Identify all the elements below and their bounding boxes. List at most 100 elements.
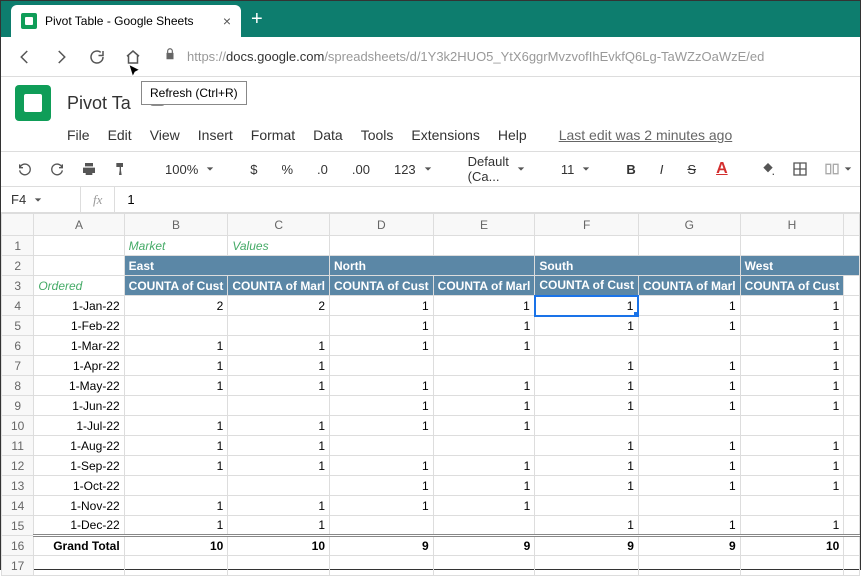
cell[interactable]: West (740, 256, 859, 276)
italic-button[interactable]: I (650, 158, 674, 181)
cell[interactable]: 10 (740, 536, 844, 556)
cell[interactable]: 1 (433, 496, 535, 516)
cell[interactable]: 1 (638, 476, 740, 496)
cell[interactable]: 1 (740, 356, 844, 376)
cell[interactable] (330, 556, 434, 576)
cell[interactable]: COUNTA of Marl (433, 276, 535, 296)
cell[interactable] (433, 236, 535, 256)
row-header-4[interactable]: 4 (2, 296, 34, 316)
menu-help[interactable]: Help (498, 127, 527, 143)
cell[interactable] (638, 496, 740, 516)
cell[interactable] (124, 396, 228, 416)
text-color-button[interactable]: A (710, 156, 734, 182)
sheets-logo-icon[interactable] (15, 85, 51, 121)
cell[interactable]: 1-Sep-22 (34, 456, 124, 476)
cell[interactable]: 1 (638, 296, 740, 316)
cell[interactable] (433, 556, 535, 576)
cell[interactable] (535, 336, 639, 356)
cell[interactable]: 1 (535, 456, 639, 476)
cell[interactable]: 1 (740, 296, 844, 316)
col-header-A[interactable]: A (34, 214, 124, 236)
cell[interactable] (638, 236, 740, 256)
cell[interactable]: 1 (638, 356, 740, 376)
cell[interactable] (535, 236, 639, 256)
undo-button[interactable] (11, 157, 39, 181)
cell[interactable]: South (535, 256, 740, 276)
cell[interactable] (740, 236, 844, 256)
cell[interactable]: North (330, 256, 535, 276)
cell[interactable]: 1 (228, 356, 330, 376)
cell[interactable] (844, 296, 860, 316)
close-tab-icon[interactable]: × (223, 13, 231, 29)
menu-file[interactable]: File (67, 127, 90, 143)
percent-button[interactable]: % (271, 158, 303, 181)
cell[interactable]: 1-May-22 (34, 376, 124, 396)
borders-button[interactable] (786, 157, 814, 181)
refresh-button[interactable] (81, 41, 113, 73)
row-header-6[interactable]: 6 (2, 336, 34, 356)
col-header-H[interactable]: H (740, 214, 844, 236)
name-box[interactable]: F4 (1, 187, 81, 212)
cell[interactable]: COUNTA of Marl (228, 276, 330, 296)
row-header-10[interactable]: 10 (2, 416, 34, 436)
cell[interactable]: 1 (124, 456, 228, 476)
cell[interactable]: 1 (740, 516, 844, 536)
cell[interactable]: 1 (638, 456, 740, 476)
spreadsheet-grid[interactable]: ABCDEFGH1MarketValues2EastNorthSouthWest… (1, 213, 860, 576)
cell[interactable]: 1 (740, 456, 844, 476)
cell[interactable] (535, 556, 639, 576)
currency-button[interactable]: $ (240, 158, 267, 181)
cell[interactable] (124, 556, 228, 576)
cell[interactable] (740, 556, 844, 576)
col-header-C[interactable]: C (228, 214, 330, 236)
cell[interactable]: 1 (535, 396, 639, 416)
cell[interactable]: 1-Aug-22 (34, 436, 124, 456)
cell[interactable]: 1-Jul-22 (34, 416, 124, 436)
cell[interactable]: 1 (124, 376, 228, 396)
cell[interactable] (330, 356, 434, 376)
cell[interactable]: 1-Jan-22 (34, 296, 124, 316)
cell[interactable]: 1 (330, 376, 434, 396)
cell[interactable] (433, 356, 535, 376)
cell[interactable]: 1 (740, 376, 844, 396)
cell[interactable]: 1 (638, 516, 740, 536)
font-size-dropdown[interactable]: 11 (551, 156, 597, 182)
strike-button[interactable]: S (677, 158, 706, 181)
font-dropdown[interactable]: Default (Ca... (458, 151, 531, 187)
cell[interactable]: 1-Mar-22 (34, 336, 124, 356)
cell[interactable]: Ordered (34, 276, 124, 296)
cell[interactable] (330, 236, 434, 256)
cell[interactable]: 1-Dec-22 (34, 516, 124, 536)
cell[interactable] (34, 556, 124, 576)
cell[interactable] (740, 496, 844, 516)
menu-format[interactable]: Format (251, 127, 295, 143)
row-header-2[interactable]: 2 (2, 256, 34, 276)
row-header-8[interactable]: 8 (2, 376, 34, 396)
cell[interactable]: 1 (433, 336, 535, 356)
cell[interactable]: 1 (228, 516, 330, 536)
cell[interactable]: 1 (330, 496, 434, 516)
menu-view[interactable]: View (150, 127, 180, 143)
cell[interactable] (844, 416, 860, 436)
cell[interactable]: 2 (228, 296, 330, 316)
cell[interactable]: Values (228, 236, 330, 256)
cell[interactable] (228, 396, 330, 416)
print-button[interactable] (75, 157, 103, 181)
row-header-3[interactable]: 3 (2, 276, 34, 296)
cell[interactable]: 1 (535, 476, 639, 496)
cell[interactable] (844, 536, 860, 556)
menu-edit[interactable]: Edit (108, 127, 132, 143)
zoom-dropdown[interactable]: 100% (155, 156, 220, 182)
row-header-14[interactable]: 14 (2, 496, 34, 516)
back-button[interactable] (9, 41, 41, 73)
cell[interactable]: East (124, 256, 329, 276)
cell[interactable] (844, 516, 860, 536)
cell[interactable]: 1 (740, 396, 844, 416)
last-edit-link[interactable]: Last edit was 2 minutes ago (559, 127, 733, 143)
row-header-15[interactable]: 15 (2, 516, 34, 536)
cell[interactable]: 1 (124, 496, 228, 516)
cell[interactable] (124, 476, 228, 496)
cell[interactable] (638, 416, 740, 436)
cell[interactable]: 9 (330, 536, 434, 556)
cell[interactable]: 1 (228, 416, 330, 436)
